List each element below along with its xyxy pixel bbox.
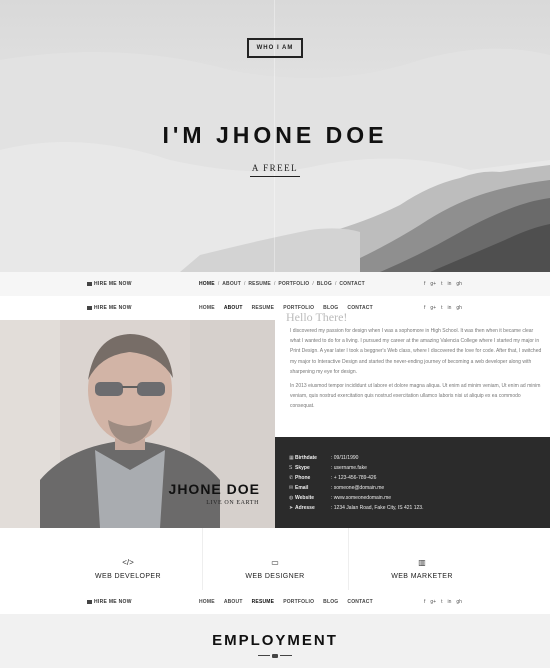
service-web-developer: </> WEB DEVELOPER (58, 528, 198, 590)
hire-me-link[interactable]: HIRE ME NOW (87, 590, 132, 614)
employment-title: EMPLOYMENT (212, 632, 338, 649)
navbar-primary: HIRE ME NOW HOME / ABOUT / RESUME / PORTFOLIO /… (0, 272, 550, 296)
bio-text: I discovered my passion for design when … (290, 326, 544, 416)
twitter-icon[interactable]: t (441, 281, 442, 287)
envelope-icon (87, 305, 92, 310)
hire-me-label: HIRE ME NOW (94, 281, 132, 287)
google-plus-icon[interactable]: g+ (430, 599, 436, 605)
nav-item-portfolio[interactable]: PORTFOLIO (278, 281, 309, 287)
linkedin-icon[interactable]: in (447, 599, 451, 605)
laptop-icon: ▭ (271, 558, 279, 567)
google-plus-icon[interactable]: g+ (430, 281, 436, 287)
linkedin-icon[interactable]: in (447, 281, 451, 287)
info-row-email: ✉ Email: someone@domain.me (289, 485, 385, 491)
social-links: f g+ t in gh (424, 590, 467, 614)
website-link[interactable]: : www.someonedomain.me (331, 495, 391, 501)
envelope-icon (87, 599, 92, 604)
hello-heading: Hello There! (286, 313, 348, 322)
service-divider (348, 528, 349, 590)
employment-section: EMPLOYMENT (0, 614, 550, 668)
nav-item-home[interactable]: HOME (199, 305, 215, 311)
bio-paragraph-1: I discovered my passion for design when … (290, 328, 542, 375)
service-web-marketer: ▥ WEB MARKETER (352, 528, 492, 590)
github-icon[interactable]: gh (456, 281, 462, 287)
hero-subtitle: A FREEL (251, 163, 299, 173)
section-divider-ornament (258, 654, 292, 658)
nav-item-contact[interactable]: CONTACT (347, 599, 372, 605)
nav-item-resume[interactable]: RESUME (252, 599, 275, 605)
info-row-website: ◍ Website: www.someonedomain.me (289, 495, 392, 501)
envelope-icon (87, 281, 92, 286)
nav-item-contact[interactable]: CONTACT (347, 305, 372, 311)
info-row-phone: ✆ Phone: + 123-456-789-426 (289, 475, 377, 481)
twitter-icon[interactable]: t (441, 305, 442, 311)
hero-title: I'M JHONE DOE (162, 122, 388, 148)
service-label: WEB DESIGNER (245, 573, 305, 580)
hero-subtitle-underline (250, 176, 300, 177)
service-web-designer: ▭ WEB DESIGNER (205, 528, 345, 590)
nav-item-blog[interactable]: BLOG (317, 281, 332, 287)
google-plus-icon[interactable]: g+ (430, 305, 436, 311)
info-row-birthdate: ▦Birthdate: 09/11/1990 (289, 455, 359, 461)
email-link[interactable]: : someone@domain.me (331, 485, 384, 491)
nav-item-blog[interactable]: BLOG (323, 305, 338, 311)
service-label: WEB DEVELOPER (95, 573, 161, 580)
profile-name: JHONE DOE (168, 481, 260, 497)
hire-me-label: HIRE ME NOW (94, 599, 132, 605)
briefcase-icon (272, 654, 278, 658)
hero-section: WHO I AM I'M JHONE DOE A FREEL (0, 0, 550, 272)
nav-item-about[interactable]: ABOUT (224, 599, 243, 605)
navbar-resume: HIRE ME NOW HOME ABOUT RESUME PORTFOLIO BLOG… (0, 590, 550, 614)
social-links: f g+ t in gh (424, 272, 467, 296)
github-icon[interactable]: gh (456, 599, 462, 605)
linkedin-icon[interactable]: in (447, 305, 451, 311)
nav-item-blog[interactable]: BLOG (323, 599, 338, 605)
service-label: WEB MARKETER (391, 573, 453, 580)
personal-info-panel: ▦Birthdate: 09/11/1990 S Skype: username.… (275, 437, 550, 528)
hire-me-link[interactable]: HIRE ME NOW (87, 296, 132, 320)
social-links: f g+ t in gh (424, 296, 467, 320)
profile-location: LIVE ON EARTH (206, 500, 259, 506)
info-row-skype: S Skype: username.fake (289, 465, 367, 471)
nav-item-resume[interactable]: RESUME (248, 281, 271, 287)
nav-menu: HOME ABOUT RESUME PORTFOLIO BLOG CONTACT (199, 590, 382, 614)
nav-item-portfolio[interactable]: PORTFOLIO (283, 305, 314, 311)
nav-item-home[interactable]: HOME (199, 599, 215, 605)
navbar-sticky: HIRE ME NOW HOME ABOUT RESUME PORTFOLIO BLOG… (0, 296, 550, 320)
hire-me-link[interactable]: HIRE ME NOW (87, 272, 132, 296)
nav-menu: HOME / ABOUT / RESUME / PORTFOLIO / BLOG / CONTACT (199, 281, 365, 287)
twitter-icon[interactable]: t (441, 599, 442, 605)
code-icon: </> (122, 558, 134, 567)
info-row-address: ➤ Adresse: 1234 Jalan Road, Fake City, IS… (289, 505, 424, 511)
facebook-icon[interactable]: f (424, 281, 425, 287)
hire-me-label: HIRE ME NOW (94, 305, 132, 311)
facebook-icon[interactable]: f (424, 599, 425, 605)
service-divider (202, 528, 203, 590)
nav-item-home[interactable]: HOME (199, 281, 215, 287)
nav-item-portfolio[interactable]: PORTFOLIO (283, 599, 314, 605)
bio-paragraph-2: In 2013 eiusmod tempor incididunt ut lab… (290, 383, 541, 410)
nav-item-resume[interactable]: RESUME (252, 305, 275, 311)
who-i-am-button[interactable]: WHO I AM (247, 38, 303, 58)
chart-icon: ▥ (418, 558, 426, 567)
nav-item-about[interactable]: ABOUT (222, 281, 241, 287)
nav-item-about[interactable]: ABOUT (224, 305, 243, 311)
facebook-icon[interactable]: f (424, 305, 425, 311)
github-icon[interactable]: gh (456, 305, 462, 311)
nav-item-contact[interactable]: CONTACT (339, 281, 364, 287)
services-section: </> WEB DEVELOPER ▭ WEB DESIGNER ▥ WEB M… (0, 528, 550, 590)
